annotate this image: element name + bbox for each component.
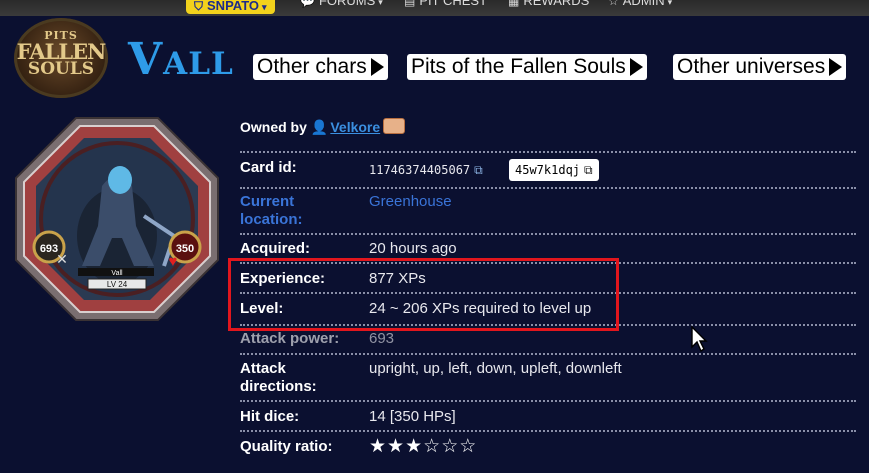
sword-icon: ✕ [56, 251, 68, 267]
shield-icon: ⛉ [194, 0, 204, 13]
mouse-cursor-icon [691, 325, 708, 353]
card-level: LV 24 [107, 280, 128, 289]
other-chars-button[interactable]: Other chars [253, 54, 388, 80]
chest-icon: ▤ [404, 0, 416, 8]
acquired-value: 20 hours ago [369, 240, 457, 257]
gift-icon: ▦ [508, 0, 520, 8]
star-icon: ☆ [608, 0, 619, 8]
star-filled-icon: ★ [369, 436, 388, 457]
owner-link[interactable]: Velkore [330, 119, 380, 135]
nav-item-snpato[interactable]: ⛉ SNPATO ▾ [186, 0, 275, 14]
owned-by: Owned by 👤 Velkore [240, 118, 406, 136]
pits-fallen-souls-button[interactable]: Pits of the Fallen Souls [407, 54, 647, 80]
divider [240, 187, 856, 189]
copy-icon[interactable]: ⧉ [474, 161, 483, 179]
attack-directions-value: upright, up, left, down, upleft, downlef… [369, 360, 622, 377]
site-logo[interactable]: PITS FALLEN SOULS [14, 18, 108, 98]
quality-stars: ★★★☆☆☆ [369, 437, 477, 457]
star-empty-icon: ☆ [459, 436, 478, 457]
card-hp-value: 350 [176, 243, 194, 255]
nav-item-admin[interactable]: ☆ ADMIN ▾ [608, 0, 672, 8]
star-filled-icon: ★ [387, 436, 406, 457]
card-id-label: Card id: [240, 159, 297, 176]
star-empty-icon: ☆ [423, 436, 442, 457]
user-icon: 👤 [310, 119, 329, 135]
play-icon [370, 58, 384, 76]
divider [240, 353, 856, 355]
divider [240, 430, 856, 432]
attack-power-value: 693 [369, 330, 395, 347]
hit-dice-value: 14 [350 HPs] [369, 408, 456, 425]
card-id-value: 11746374405067 ⧉ [369, 161, 483, 179]
highlight-box [228, 258, 619, 331]
quality-ratio-label: Quality ratio: [240, 438, 333, 455]
page-title: Vall [128, 34, 234, 85]
heart-icon: ♥ [169, 253, 178, 270]
divider [240, 233, 856, 235]
card-code-box[interactable]: 45w7k1dqj ⧉ [509, 159, 599, 181]
character-card[interactable]: 693 350 Vall LV 24 ✕ ♥ [14, 116, 220, 322]
divider [240, 151, 856, 153]
nav-item-pit-chest[interactable]: ▤ PIT CHEST [404, 0, 487, 8]
attack-power-label: Attack power: [240, 330, 340, 347]
copy-icon[interactable]: ⧉ [584, 159, 593, 181]
other-universes-button[interactable]: Other universes [673, 54, 847, 80]
divider [240, 400, 856, 402]
owner-badge-icon [383, 118, 406, 134]
attack-directions-label: Attack directions: [240, 360, 317, 395]
star-filled-icon: ★ [405, 436, 424, 457]
top-nav: ⛉ SNPATO ▾ 💬 FORUMS ▾ ▤ PIT CHEST ▦ REWARDS ☆ A… [0, 0, 869, 16]
star-empty-icon: ☆ [441, 436, 460, 457]
chat-icon: 💬 [300, 0, 315, 8]
acquired-label: Acquired: [240, 240, 311, 257]
nav-item-rewards[interactable]: ▦ REWARDS [508, 0, 589, 8]
play-icon [829, 58, 843, 76]
location-label: Current location: [240, 193, 303, 228]
location-value[interactable]: Greenhouse [369, 193, 452, 211]
card-name: Vall [111, 270, 123, 277]
nav-item-forums[interactable]: 💬 FORUMS ▾ [300, 0, 383, 8]
hit-dice-label: Hit dice: [240, 408, 300, 425]
play-icon [629, 58, 643, 76]
